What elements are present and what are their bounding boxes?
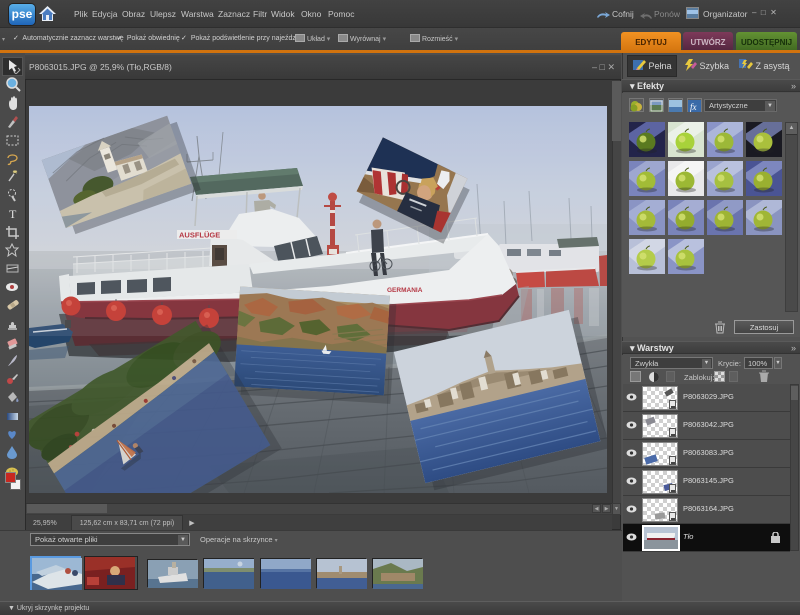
svg-text:fx: fx	[690, 102, 697, 112]
svg-text:T: T	[9, 207, 17, 221]
